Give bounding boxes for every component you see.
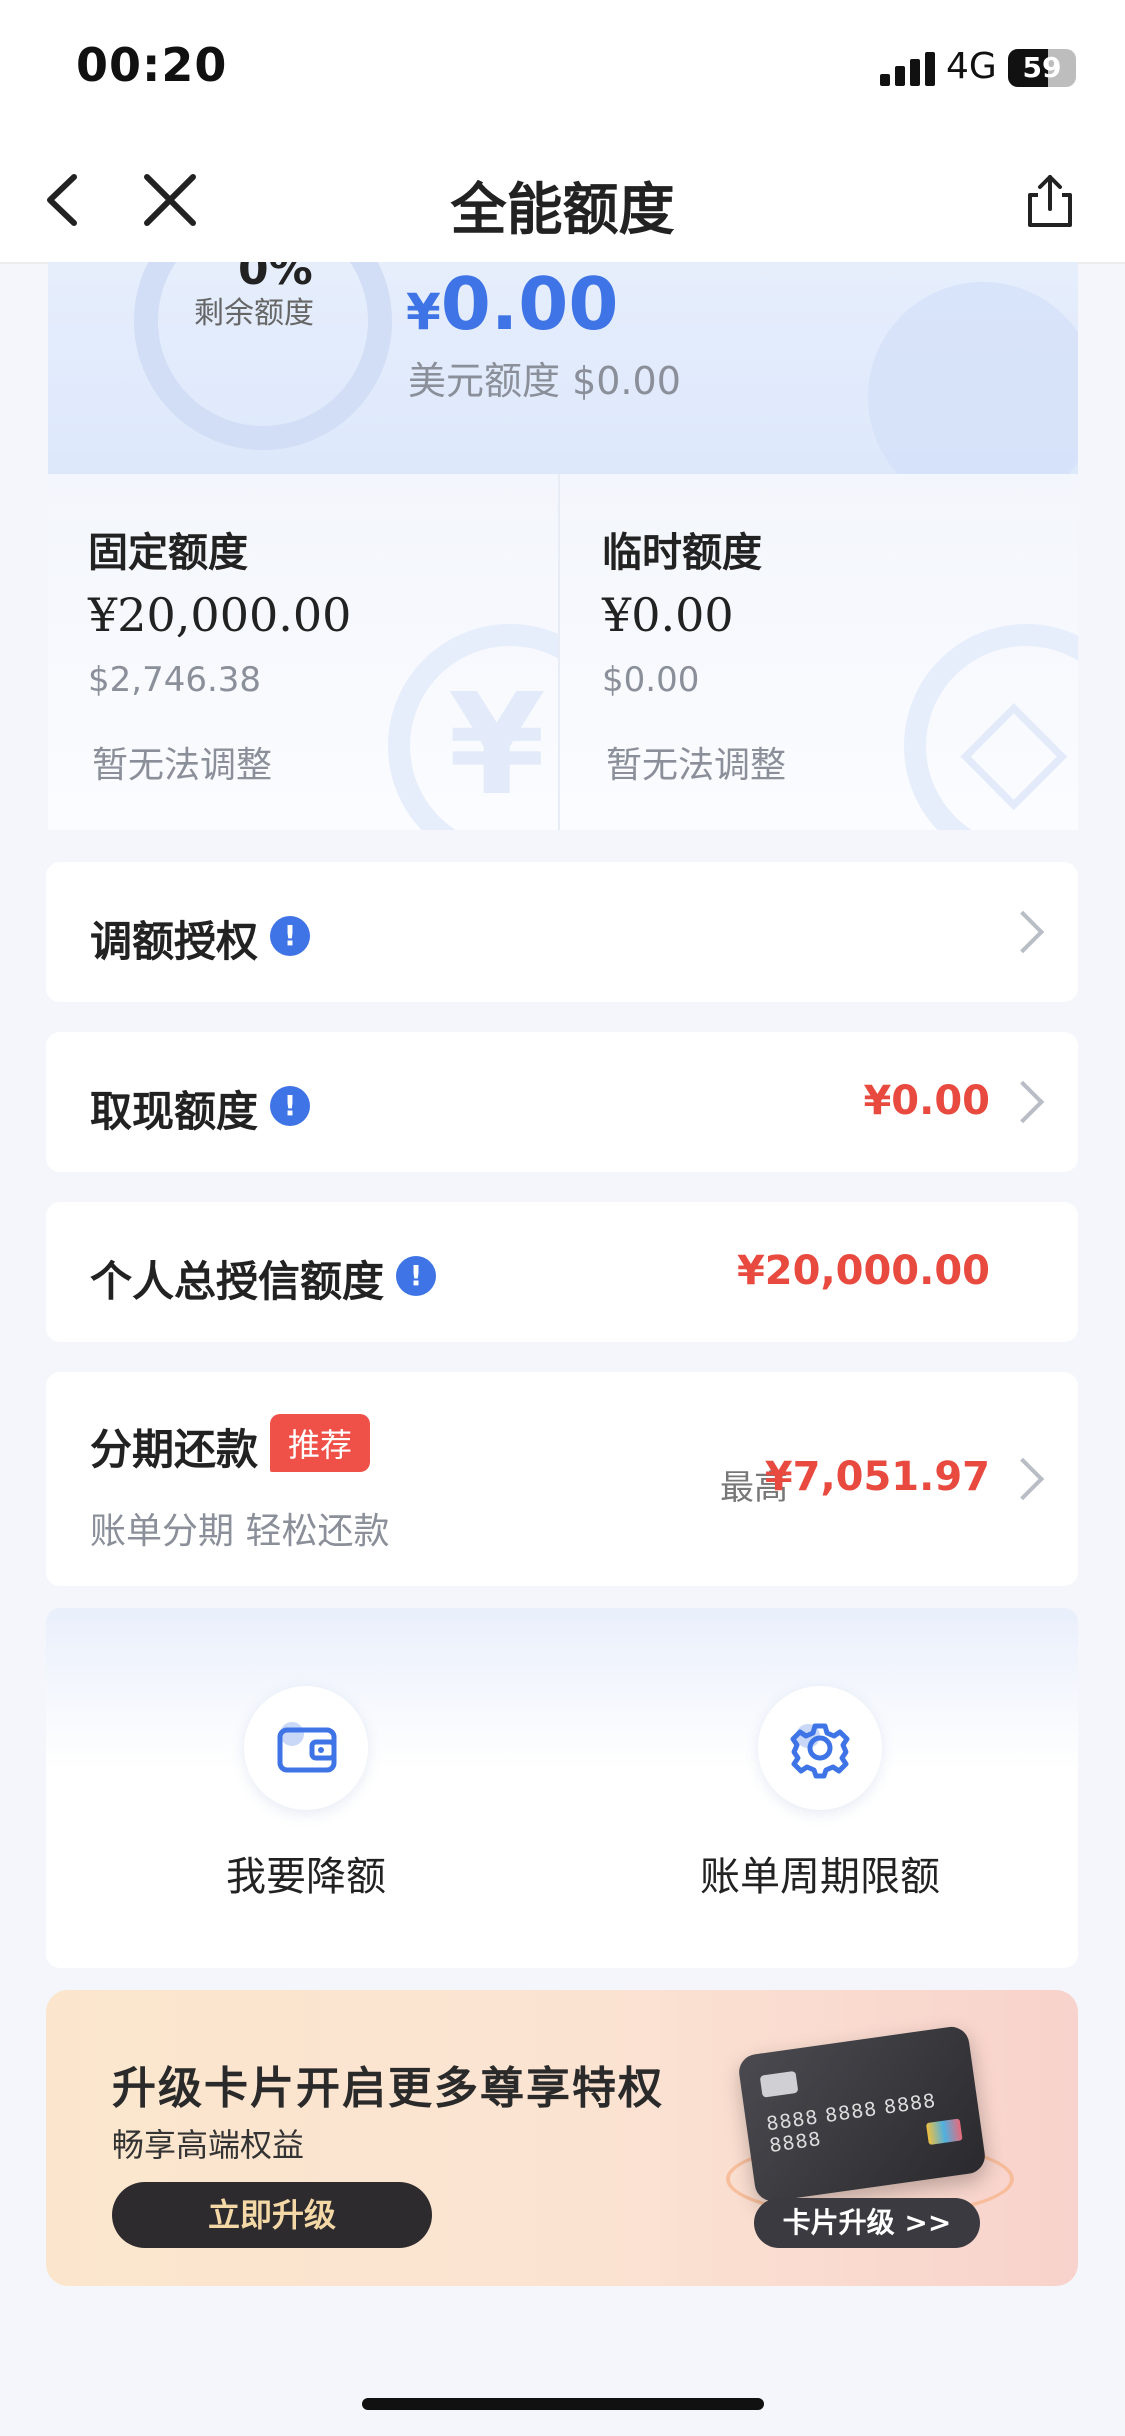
available-amount-value: 0.00	[440, 262, 619, 346]
share-icon[interactable]	[1020, 171, 1080, 231]
recommend-badge: 推荐	[270, 1414, 371, 1472]
temporary-quota-usd: $0.00	[602, 660, 700, 700]
gear-icon	[758, 1686, 882, 1810]
total-credit-label: 个人总授信额度	[90, 1257, 385, 1306]
info-icon[interactable]: !	[396, 1256, 436, 1296]
available-amount: ¥0.00	[406, 262, 618, 346]
reduce-limit-button[interactable]: 我要降额	[126, 1686, 486, 1902]
home-indicator	[362, 2398, 764, 2410]
remaining-label: 剩余额度	[194, 296, 314, 331]
fixed-quota-usd: $2,746.38	[88, 660, 262, 700]
card-logo-icon	[925, 2118, 963, 2145]
credit-summary-card: 0% 剩余额度 ¥0.00 美元额度 $0.00	[48, 262, 1078, 474]
installment-label: 分期还款	[90, 1425, 259, 1474]
upgrade-banner[interactable]: 升级卡片开启更多尊享特权 畅享高端权益 立即升级 8888 8888 8888 …	[46, 1990, 1078, 2286]
temporary-quota-title: 临时额度	[602, 530, 762, 576]
card-chip-icon	[759, 2070, 799, 2098]
currency-symbol: ¥	[406, 283, 441, 341]
signal-icon	[880, 52, 936, 86]
quick-actions-card: 我要降额 账单周期限额	[46, 1608, 1078, 1968]
status-time: 00:20	[76, 38, 228, 92]
adjust-authorization-label: 调额授权	[90, 917, 259, 966]
temporary-quota-amount: ¥0.00	[602, 588, 734, 642]
installment-subtitle: 账单分期 轻松还款	[90, 1511, 390, 1552]
wallet-icon	[244, 1686, 368, 1810]
status-bar: 00:20 4G 59	[0, 0, 1125, 135]
total-credit-value: ¥20,000.00	[736, 1248, 990, 1294]
page-title: 全能额度	[450, 178, 675, 243]
info-icon[interactable]: !	[270, 916, 310, 956]
temporary-quota-note: 暂无法调整	[606, 745, 787, 786]
cash-withdrawal-row[interactable]: 取现额度 ! ¥0.00	[46, 1032, 1078, 1172]
adjust-authorization-row[interactable]: 调额授权 !	[46, 862, 1078, 1002]
nav-bar: 全能额度	[0, 135, 1125, 264]
usd-limit: 美元额度 $0.00	[408, 359, 681, 403]
banner-subtitle: 畅享高端权益	[112, 2126, 305, 2164]
reduce-limit-label: 我要降额	[226, 1854, 386, 1900]
battery-percent: 59	[1022, 51, 1062, 84]
chevron-right-icon	[1001, 1457, 1045, 1501]
chevron-right-icon	[1001, 910, 1045, 954]
upgrade-now-button[interactable]: 立即升级	[112, 2182, 432, 2248]
fixed-quota-panel: ¥ 固定额度 ¥20,000.00 $2,746.38 暂无法调整	[48, 474, 560, 830]
fixed-quota-amount: ¥20,000.00	[88, 588, 352, 642]
cash-withdrawal-label: 取现额度	[90, 1087, 259, 1136]
total-credit-row: 个人总授信额度 ! ¥20,000.00	[46, 1202, 1078, 1342]
installment-row[interactable]: 分期还款 推荐 账单分期 轻松还款 最高 ¥7,051.97	[46, 1372, 1078, 1586]
banner-title: 升级卡片开启更多尊享特权	[112, 2063, 664, 2114]
fixed-quota-title: 固定额度	[88, 530, 248, 576]
battery-icon: 59	[1008, 49, 1076, 87]
installment-max-value: ¥7,051.97	[764, 1454, 990, 1500]
temporary-quota-panel: ◇ 临时额度 ¥0.00 $0.00 暂无法调整	[560, 474, 1078, 830]
info-icon[interactable]: !	[270, 1086, 310, 1126]
fixed-quota-note: 暂无法调整	[92, 745, 273, 786]
decorative-bag-icon	[868, 282, 1078, 474]
network-type: 4G	[946, 46, 997, 87]
chevron-right-icon	[1001, 1080, 1045, 1124]
card-upgrade-pill[interactable]: 卡片升级 >>	[754, 2198, 980, 2248]
billing-cycle-limit-button[interactable]: 账单周期限额	[640, 1686, 1000, 1902]
cash-withdrawal-value: ¥0.00	[863, 1078, 990, 1124]
billing-cycle-limit-label: 账单周期限额	[700, 1854, 940, 1900]
